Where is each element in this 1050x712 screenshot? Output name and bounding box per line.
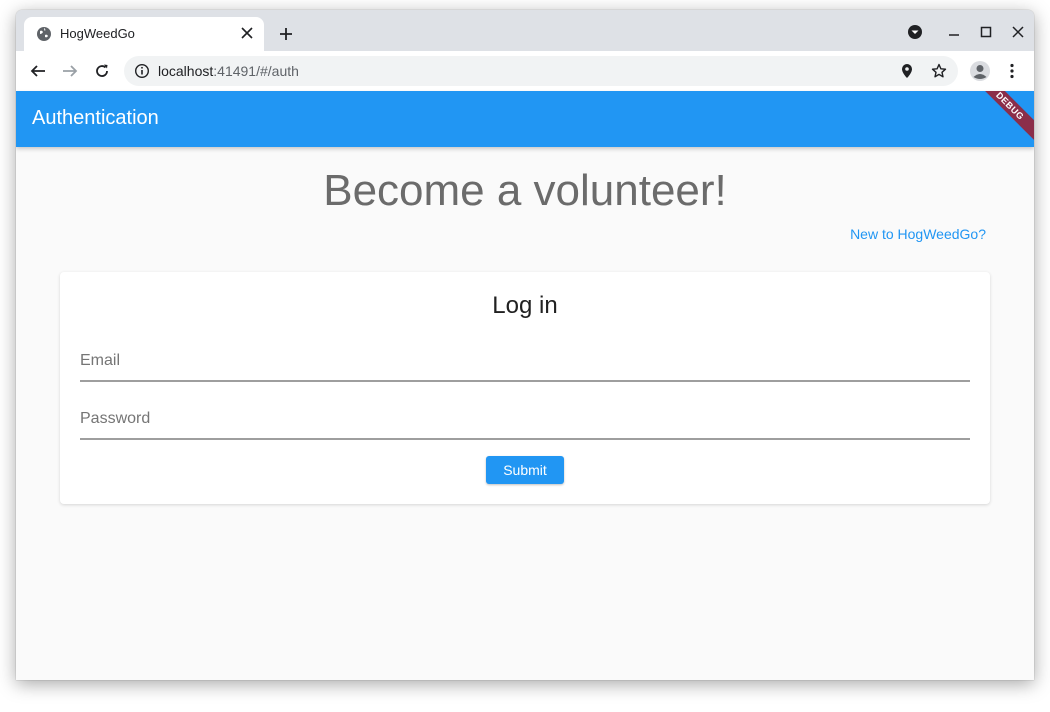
tab-search-icon[interactable] [905,22,925,42]
email-field [80,340,970,382]
tab-title: HogWeedGo [60,26,135,41]
address-bar[interactable]: localhost:41491/#/auth [124,56,958,86]
arrow-right-icon[interactable] [58,59,82,83]
maximize-icon[interactable] [976,22,996,42]
location-pin-icon[interactable] [898,62,916,80]
reload-icon[interactable] [90,59,114,83]
password-input[interactable] [80,406,970,432]
debug-banner: DEBUG [978,91,1034,147]
plus-icon[interactable] [276,24,296,44]
register-link[interactable]: New to HogWeedGo? [850,226,986,242]
kebab-menu-icon[interactable] [1000,59,1024,83]
debug-banner-container: DEBUG [978,91,1034,147]
minimize-icon[interactable] [944,22,964,42]
page-title: Authentication [32,107,159,129]
info-icon[interactable] [134,63,150,79]
url-path: :41491/#/auth [213,63,299,79]
star-icon[interactable] [930,62,948,80]
url-host: localhost [158,63,214,79]
headline: Become a volunteer! [323,166,727,215]
password-field [80,398,970,440]
browser-toolbar: localhost:41491/#/auth [16,51,1034,92]
submit-button[interactable]: Submit [486,456,564,484]
arrow-left-icon[interactable] [26,59,50,83]
login-card: Log in Submit [60,272,990,504]
url-text[interactable]: localhost:41491/#/auth [158,63,299,79]
browser-tab[interactable]: HogWeedGo [24,17,264,51]
globe-icon [36,26,52,42]
login-title: Log in [492,292,558,319]
window-close-icon[interactable] [1008,22,1028,42]
profile-icon[interactable] [968,59,992,83]
close-icon[interactable] [238,24,256,42]
tab-strip: HogWeedGo [16,10,1034,51]
email-input[interactable] [80,348,970,374]
browser-window: HogWeedGo localhost:41491/#/auth Authent… [16,10,1034,680]
app-bar: Authentication [16,91,1034,147]
